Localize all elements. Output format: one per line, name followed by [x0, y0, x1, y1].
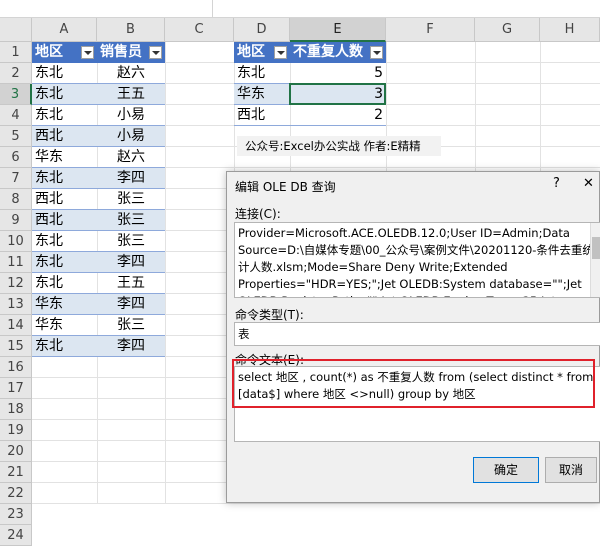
- filter-dropdown-icon[interactable]: [370, 46, 383, 59]
- connection-label: 连接(C):: [235, 207, 281, 221]
- row-header-6[interactable]: 6: [0, 147, 32, 168]
- table1-header-label: 销售员: [100, 44, 142, 60]
- table1-cell[interactable]: 东北: [32, 252, 97, 273]
- connection-text: Provider=Microsoft.ACE.OLEDB.12.0;User I…: [238, 226, 594, 297]
- row-header-22[interactable]: 22: [0, 483, 32, 504]
- row-header-7[interactable]: 7: [0, 168, 32, 189]
- dialog-title: 编辑 OLE DB 查询: [235, 180, 336, 194]
- table1-cell[interactable]: 西北: [32, 126, 97, 147]
- table1-cell[interactable]: 华东: [32, 147, 97, 168]
- watermark-text: 公众号:Excel办公实战 作者:E精精: [237, 136, 441, 156]
- table1-cell[interactable]: 李四: [97, 252, 165, 273]
- table2-header-1[interactable]: 不重复人数: [290, 42, 386, 63]
- connection-scrollbar[interactable]: [590, 223, 600, 297]
- table1-cell[interactable]: 李四: [97, 168, 165, 189]
- table2-cell[interactable]: 西北: [234, 105, 290, 126]
- row-header-5[interactable]: 5: [0, 126, 32, 147]
- table1-cell[interactable]: 华东: [32, 315, 97, 336]
- active-cell-border: [289, 83, 386, 105]
- highlight-box: [232, 359, 595, 408]
- column-header-g[interactable]: G: [475, 18, 540, 42]
- row-header-21[interactable]: 21: [0, 462, 32, 483]
- column-header-c[interactable]: C: [165, 18, 234, 42]
- table2-cell[interactable]: 华东: [234, 84, 290, 105]
- row-header-23[interactable]: 23: [0, 504, 32, 525]
- row-header-8[interactable]: 8: [0, 189, 32, 210]
- table1-cell[interactable]: 李四: [97, 336, 165, 357]
- row-header-3[interactable]: 3: [0, 84, 32, 105]
- table1-cell[interactable]: 张三: [97, 315, 165, 336]
- column-header-e[interactable]: E: [290, 18, 386, 42]
- table1-cell[interactable]: 东北: [32, 105, 97, 126]
- row-header-14[interactable]: 14: [0, 315, 32, 336]
- row-header-10[interactable]: 10: [0, 231, 32, 252]
- row-header-19[interactable]: 19: [0, 420, 32, 441]
- table1-cell[interactable]: 小易: [97, 126, 165, 147]
- edit-oledb-query-dialog: 编辑 OLE DB 查询 ? ✕ 连接(C): Provider=Microso…: [226, 171, 600, 503]
- table1-cell[interactable]: 东北: [32, 231, 97, 252]
- command-type-select[interactable]: 表: [234, 322, 600, 346]
- table1-cell[interactable]: 东北: [32, 84, 97, 105]
- column-header-d[interactable]: D: [234, 18, 290, 42]
- table1-header-label: 地区: [35, 44, 63, 60]
- command-type-value: 表: [238, 327, 250, 341]
- filter-dropdown-icon[interactable]: [149, 46, 162, 59]
- connection-textbox[interactable]: Provider=Microsoft.ACE.OLEDB.12.0;User I…: [234, 222, 600, 298]
- table1-cell[interactable]: 王五: [97, 273, 165, 294]
- row-header-9[interactable]: 9: [0, 210, 32, 231]
- ok-button[interactable]: 确定: [473, 457, 539, 483]
- filter-dropdown-icon[interactable]: [81, 46, 94, 59]
- row-header-15[interactable]: 15: [0, 336, 32, 357]
- table1-cell[interactable]: 西北: [32, 210, 97, 231]
- table1-cell[interactable]: 张三: [97, 189, 165, 210]
- table1-header-0[interactable]: 地区: [32, 42, 97, 63]
- scroll-thumb[interactable]: [592, 237, 600, 259]
- table1-cell[interactable]: 赵六: [97, 147, 165, 168]
- close-icon[interactable]: ✕: [583, 176, 594, 191]
- table2-cell[interactable]: 东北: [234, 63, 290, 84]
- column-header-b[interactable]: B: [97, 18, 165, 42]
- table1-cell[interactable]: 东北: [32, 336, 97, 357]
- row-header-12[interactable]: 12: [0, 273, 32, 294]
- row-header-2[interactable]: 2: [0, 63, 32, 84]
- grid-line-horizontal: [32, 503, 600, 504]
- column-header-f[interactable]: F: [386, 18, 475, 42]
- table1-header-1[interactable]: 销售员: [97, 42, 165, 63]
- row-header-1[interactable]: 1: [0, 42, 32, 63]
- row-header-11[interactable]: 11: [0, 252, 32, 273]
- row-header-16[interactable]: 16: [0, 357, 32, 378]
- row-header-17[interactable]: 17: [0, 378, 32, 399]
- column-header-h[interactable]: H: [540, 18, 600, 42]
- command-type-label: 命令类型(T):: [235, 308, 304, 322]
- table2-header-label: 地区: [237, 44, 265, 60]
- row-header-24[interactable]: 24: [0, 525, 32, 546]
- table1-cell[interactable]: 李四: [97, 294, 165, 315]
- filter-dropdown-icon[interactable]: [274, 46, 287, 59]
- table2-header-0[interactable]: 地区: [234, 42, 290, 63]
- table2-header-label: 不重复人数: [293, 44, 363, 60]
- formula-bar-area: [0, 0, 600, 18]
- table1-cell[interactable]: 华东: [32, 294, 97, 315]
- column-header-a[interactable]: A: [32, 18, 97, 42]
- formula-bar-divider: [212, 0, 213, 18]
- row-header-13[interactable]: 13: [0, 294, 32, 315]
- select-all-corner[interactable]: [0, 18, 32, 42]
- help-button[interactable]: ?: [553, 176, 560, 191]
- table2-cell[interactable]: 2: [290, 105, 386, 126]
- row-header-20[interactable]: 20: [0, 441, 32, 462]
- row-header-18[interactable]: 18: [0, 399, 32, 420]
- table2-cell[interactable]: 5: [290, 63, 386, 84]
- table1-cell[interactable]: 小易: [97, 105, 165, 126]
- table1-cell[interactable]: 东北: [32, 168, 97, 189]
- table1-cell[interactable]: 赵六: [97, 63, 165, 84]
- row-header-4[interactable]: 4: [0, 105, 32, 126]
- table1-cell[interactable]: 东北: [32, 273, 97, 294]
- table1-cell[interactable]: 东北: [32, 63, 97, 84]
- table1-cell[interactable]: 西北: [32, 189, 97, 210]
- table1-cell[interactable]: 王五: [97, 84, 165, 105]
- table1-cell[interactable]: 张三: [97, 210, 165, 231]
- cancel-button[interactable]: 取消: [545, 457, 597, 483]
- table1-cell[interactable]: 张三: [97, 231, 165, 252]
